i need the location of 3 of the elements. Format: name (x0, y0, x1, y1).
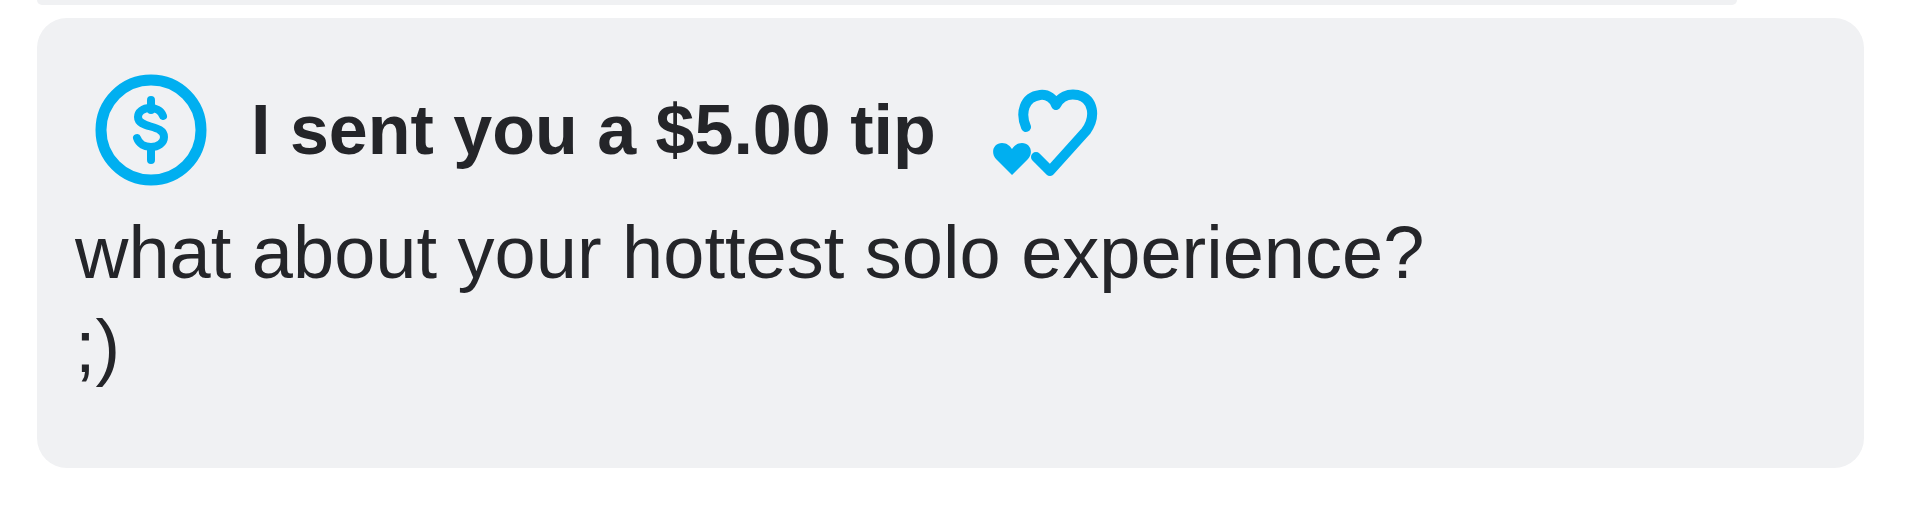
message-text: what about your hottest solo experience? (75, 210, 1426, 296)
dollar-coin-icon (95, 74, 207, 186)
message-text: ;) (75, 304, 122, 390)
